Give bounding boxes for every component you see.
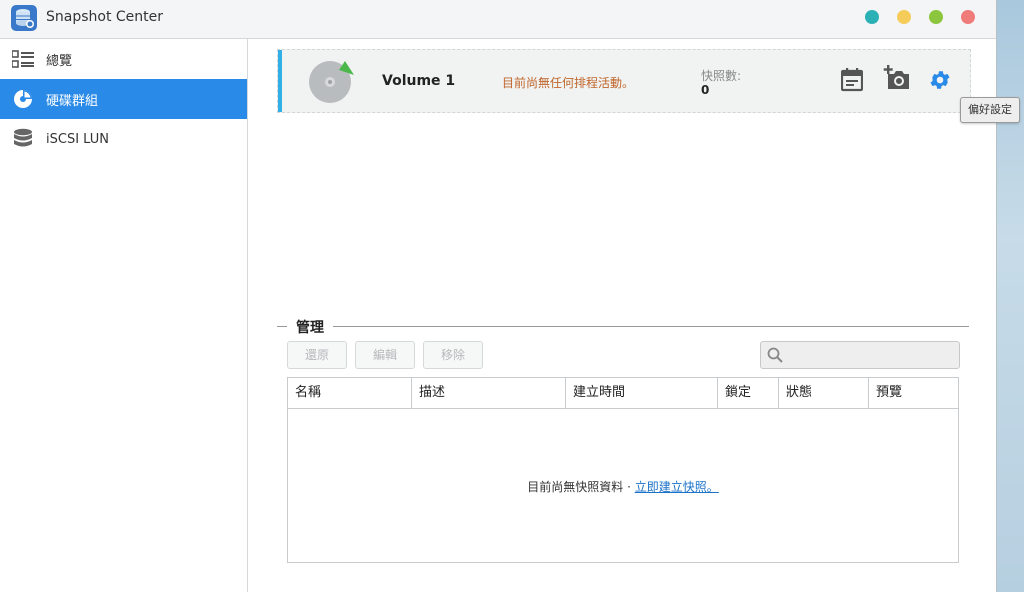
empty-state-text: 目前尚無快照資料 · [527, 480, 635, 494]
edit-button[interactable]: 編輯 [355, 341, 415, 369]
restore-button[interactable]: 還原 [287, 341, 347, 369]
calendar-icon[interactable] [840, 68, 865, 92]
column-header-locked[interactable]: 鎖定 [718, 378, 779, 408]
snapshot-center-app-icon [11, 5, 37, 31]
sidebar: 總覽 硬碟群組 iSCSI LUN [0, 39, 248, 592]
search-input[interactable] [789, 345, 953, 365]
snapshot-count-label: 快照數: [701, 69, 742, 83]
settings-gear-icon[interactable] [928, 68, 952, 92]
app-window: Snapshot Center 總覽 硬碟群組 iSCSI LUN Volume… [0, 0, 997, 592]
window-button-teal[interactable] [865, 10, 879, 24]
volume-name: Volume 1 [382, 73, 456, 89]
volume-card-accent [278, 50, 282, 112]
column-header-preview[interactable]: 預覽 [869, 378, 958, 408]
main-content: Volume 1 目前尚無任何排程活動。 快照數: 0 管理 還原 編輯 移除 … [248, 39, 996, 592]
disk-group-icon [12, 88, 34, 110]
sidebar-item-label: 總覽 [46, 53, 73, 69]
sidebar-item-label: 硬碟群組 [46, 93, 99, 109]
snapshot-table: 名稱 描述 建立時間 鎖定 狀態 預覽 目前尚無快照資料 · 立即建立快照。 [287, 377, 959, 563]
sidebar-item-disk-group[interactable]: 硬碟群組 [0, 79, 247, 119]
search-box[interactable] [760, 341, 960, 369]
volume-disk-icon [308, 58, 356, 104]
volume-card[interactable]: Volume 1 目前尚無任何排程活動。 快照數: 0 [277, 49, 971, 113]
column-header-description[interactable]: 描述 [412, 378, 566, 408]
table-header: 名稱 描述 建立時間 鎖定 狀態 預覽 [288, 378, 958, 409]
schedule-status-text: 目前尚無任何排程活動。 [502, 76, 635, 90]
sidebar-item-iscsi-lun[interactable]: iSCSI LUN [0, 119, 247, 159]
empty-state-message: 目前尚無快照資料 · 立即建立快照。 [288, 478, 958, 495]
title-bar: Snapshot Center [0, 0, 996, 39]
manage-section-header: 管理 [277, 317, 969, 337]
app-title: Snapshot Center [46, 9, 164, 25]
divider [333, 326, 969, 327]
remove-button[interactable]: 移除 [423, 341, 483, 369]
overview-list-icon [12, 48, 34, 70]
manage-section-title: 管理 [296, 320, 324, 336]
column-header-status[interactable]: 狀態 [779, 378, 869, 408]
window-button-red[interactable] [961, 10, 975, 24]
divider [277, 326, 287, 327]
sidebar-item-label: iSCSI LUN [46, 131, 109, 147]
column-header-created-time[interactable]: 建立時間 [566, 378, 718, 408]
snapshot-count-value: 0 [701, 83, 710, 97]
desktop-background [997, 0, 1024, 592]
column-header-name[interactable]: 名稱 [288, 378, 412, 408]
database-icon [12, 128, 34, 150]
preferences-tooltip: 偏好設定 [960, 97, 1020, 123]
window-button-yellow[interactable] [897, 10, 911, 24]
add-snapshot-camera-icon[interactable] [883, 65, 911, 91]
search-icon [767, 347, 783, 363]
window-button-green[interactable] [929, 10, 943, 24]
create-snapshot-link[interactable]: 立即建立快照。 [635, 480, 719, 494]
sidebar-item-overview[interactable]: 總覽 [0, 39, 247, 79]
